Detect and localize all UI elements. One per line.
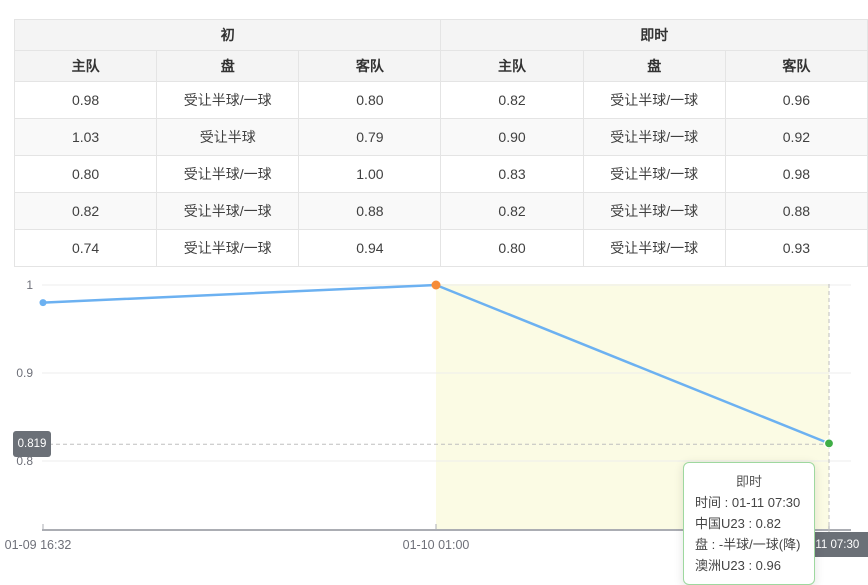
odds-cell: 0.82 [441,193,583,230]
odds-cell: 0.83 [441,156,583,193]
table-row: 0.82受让半球/一球0.880.82受让半球/一球0.88 [15,193,868,230]
table-row: 1.03受让半球0.790.90受让半球/一球0.92 [15,119,868,156]
table-row: 0.80受让半球/一球1.000.83受让半球/一球0.98 [15,156,868,193]
odds-cell: 0.92 [725,119,867,156]
odds-cell: 受让半球/一球 [583,193,725,230]
odds-cell: 0.93 [725,230,867,267]
column-header: 主队 [441,51,583,82]
odds-cell: 受让半球/一球 [583,82,725,119]
table-row: 0.74受让半球/一球0.940.80受让半球/一球0.93 [15,230,868,267]
odds-cell: 受让半球 [157,119,299,156]
tooltip-line: 澳洲U23 : 0.96 [695,555,803,576]
tooltip-title: 即时 [695,471,803,492]
odds-cell: 0.80 [441,230,583,267]
odds-page: 初即时主队盘客队主队盘客队0.98受让半球/一球0.800.82受让半球/一球0… [0,0,868,575]
tooltip-line: 中国U23 : 0.82 [695,513,803,534]
x-axis-label: 01-09 16:32 [5,538,72,552]
data-point[interactable] [825,439,834,448]
odds-cell: 0.79 [299,119,441,156]
odds-cell: 0.74 [15,230,157,267]
odds-cell: 0.82 [441,82,583,119]
odds-cell: 受让半球/一球 [583,230,725,267]
group-header-live: 即时 [441,20,868,51]
column-header: 客队 [299,51,441,82]
table-row: 0.98受让半球/一球0.800.82受让半球/一球0.96 [15,82,868,119]
chart-tooltip: 即时 时间 : 01-11 07:30中国U23 : 0.82盘 : -半球/一… [683,462,815,585]
y-axis-label: 1 [0,278,33,292]
odds-cell: 0.96 [725,82,867,119]
odds-cell: 受让半球/一球 [157,156,299,193]
y-axis-label: 0.9 [0,366,33,380]
x-axis-label: 01-10 01:00 [403,538,470,552]
odds-cell: 0.88 [725,193,867,230]
column-header: 客队 [725,51,867,82]
odds-cell: 0.88 [299,193,441,230]
y-axis-pointer-badge: 0.819 [13,431,51,457]
odds-cell: 0.98 [15,82,157,119]
column-header: 主队 [15,51,157,82]
odds-cell: 0.80 [299,82,441,119]
group-header-initial: 初 [15,20,441,51]
data-point[interactable] [40,299,47,306]
data-point[interactable] [432,281,441,290]
tooltip-lines: 时间 : 01-11 07:30中国U23 : 0.82盘 : -半球/一球(降… [695,492,803,576]
odds-cell: 1.00 [299,156,441,193]
column-header: 盘 [157,51,299,82]
tooltip-line: 时间 : 01-11 07:30 [695,492,803,513]
odds-cell: 0.80 [15,156,157,193]
odds-cell: 受让半球/一球 [157,82,299,119]
odds-cell: 受让半球/一球 [583,119,725,156]
odds-cell: 0.90 [441,119,583,156]
odds-cell: 0.94 [299,230,441,267]
column-header: 盘 [583,51,725,82]
odds-cell: 0.98 [725,156,867,193]
odds-cell: 受让半球/一球 [157,230,299,267]
odds-cell: 受让半球/一球 [157,193,299,230]
odds-table: 初即时主队盘客队主队盘客队0.98受让半球/一球0.800.82受让半球/一球0… [14,19,868,267]
tooltip-line: 盘 : -半球/一球(降) [695,534,803,555]
odds-cell: 受让半球/一球 [583,156,725,193]
odds-cell: 0.82 [15,193,157,230]
odds-cell: 1.03 [15,119,157,156]
